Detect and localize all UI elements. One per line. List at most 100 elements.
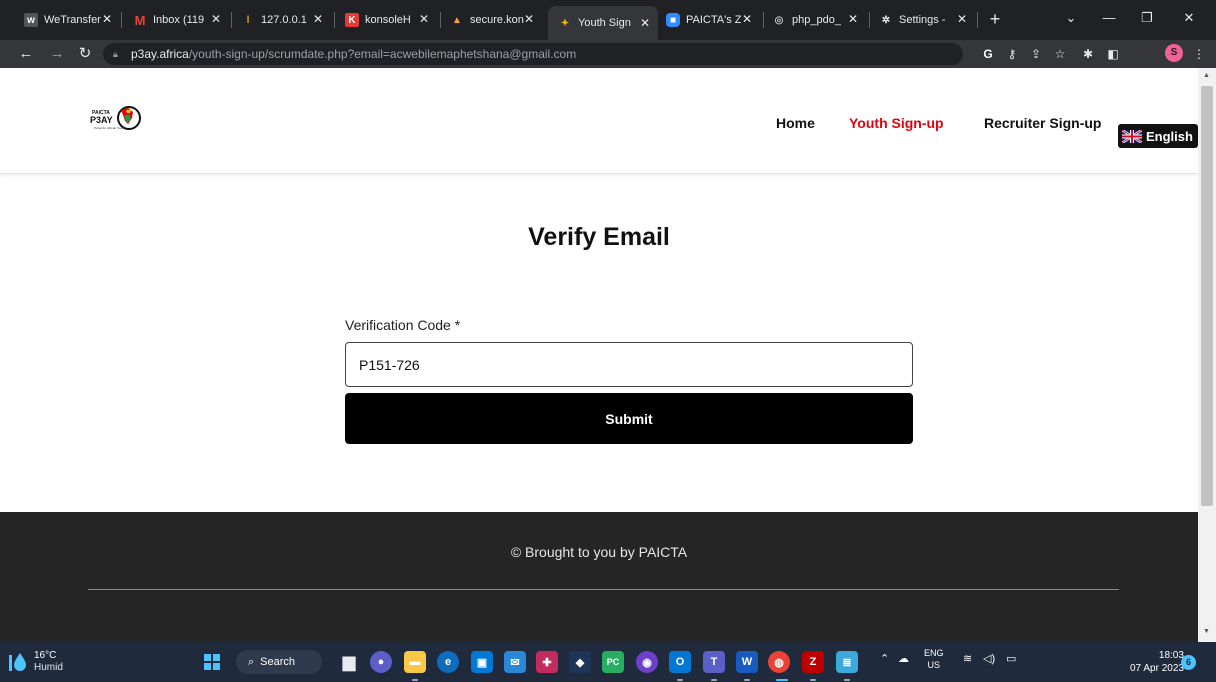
tab-label: PAICTA's Z: [686, 14, 742, 26]
tab-settings[interactable]: ✲ Settings - ✕: [879, 8, 975, 32]
tab-label: konsoleH: [365, 14, 411, 26]
share-icon[interactable]: ⇪: [1027, 45, 1045, 63]
address-path: /youth-sign-up/scrumdate.php?email=acweb…: [188, 47, 577, 61]
tab-zoom[interactable]: ■ PAICTA's Z ✕: [666, 8, 760, 32]
clock-time: 18:03: [1158, 650, 1184, 661]
teams-icon[interactable]: T: [703, 651, 725, 673]
task-view-icon[interactable]: ▆: [338, 651, 360, 673]
address-bar[interactable]: 🔒︎ p3ay.africa/youth-sign-up/scrumdate.p…: [103, 43, 963, 65]
settings-icon: ✲: [881, 14, 891, 26]
tab-secure[interactable]: ▲ secure.kon ✕: [450, 8, 542, 32]
close-icon[interactable]: ✕: [522, 12, 536, 26]
svg-text:Portal for African Youth: Portal for African Youth: [94, 126, 125, 130]
temperature: 16°C: [34, 650, 57, 661]
new-tab-button[interactable]: +: [985, 9, 1005, 29]
close-window-button[interactable]: ✕: [1177, 8, 1201, 28]
cloud-sync-icon[interactable]: ☁: [898, 652, 909, 665]
notification-badge[interactable]: 6: [1181, 655, 1196, 670]
tab-wetransfer[interactable]: w WeTransfer ✕: [24, 8, 120, 32]
input-language[interactable]: ENG US: [924, 647, 944, 671]
google-icon[interactable]: G: [979, 45, 997, 63]
outlook-icon[interactable]: O: [669, 651, 691, 673]
close-icon[interactable]: ✕: [209, 12, 223, 26]
page-scrollbar[interactable]: ▲ ▼: [1198, 68, 1216, 642]
side-panel-icon[interactable]: ◧: [1104, 45, 1122, 63]
language-selector[interactable]: English: [1118, 124, 1198, 148]
tab-youth-signup[interactable]: ✦ Youth Sign ✕: [548, 6, 658, 40]
weather-condition: Humid: [34, 662, 63, 673]
reload-icon[interactable]: ↻: [76, 45, 94, 63]
system-clock[interactable]: 18:03 07 Apr 2023: [1130, 649, 1184, 675]
close-icon[interactable]: ✕: [740, 12, 754, 26]
tab-label: Inbox (119: [153, 14, 205, 26]
lang-bottom: US: [927, 660, 941, 670]
battery-icon[interactable]: ▭: [1006, 652, 1016, 665]
konsoleh-icon: K: [345, 13, 359, 27]
search-label: Search: [260, 656, 296, 668]
edge-icon[interactable]: e: [437, 651, 459, 673]
tab-label: 127.0.0.1: [261, 14, 307, 26]
gmail-icon: M: [134, 12, 146, 28]
tab-gmail[interactable]: M Inbox (119 ✕: [133, 8, 229, 32]
page-title: Verify Email: [528, 223, 670, 251]
close-icon[interactable]: ✕: [846, 12, 860, 26]
store-icon[interactable]: ▣: [471, 651, 493, 673]
scroll-up-icon[interactable]: ▲: [1203, 72, 1211, 80]
password-key-icon[interactable]: ⚷: [1003, 45, 1021, 63]
tab-label: Settings -: [899, 14, 946, 26]
file-explorer-icon[interactable]: ▬: [404, 651, 426, 673]
verification-code-label: Verification Code *: [345, 317, 461, 333]
tab-php-pdo[interactable]: ◎ php_pdo_ ✕: [772, 8, 866, 32]
nav-home[interactable]: Home: [776, 115, 815, 131]
footer-divider: [88, 589, 1119, 590]
taskbar-search[interactable]: ⌕ Search: [236, 650, 322, 674]
nav-recruiter-signup[interactable]: Recruiter Sign-up: [984, 115, 1101, 131]
pycharm-icon[interactable]: PC: [602, 651, 624, 673]
p3ay-logo[interactable]: PAICTA P3AY Portal for African Youth: [88, 104, 142, 132]
forward-icon[interactable]: →: [48, 45, 66, 63]
restore-button[interactable]: ❐: [1135, 8, 1159, 28]
notepad-icon[interactable]: ≣: [836, 651, 858, 673]
web-page: PAICTA P3AY Portal for African Youth Hom…: [0, 68, 1198, 642]
paicta-icon: ✦: [560, 17, 570, 29]
minimize-button[interactable]: —: [1097, 8, 1121, 28]
tray-overflow-icon[interactable]: ⌃: [880, 652, 889, 665]
back-icon[interactable]: ←: [17, 45, 35, 63]
uk-flag-icon: [1122, 129, 1142, 143]
menu-kebab-icon[interactable]: ⋮: [1190, 45, 1208, 63]
nav-youth-signup[interactable]: Youth Sign-up: [849, 115, 944, 131]
tab-search-icon[interactable]: ⌄: [1059, 8, 1083, 28]
tab-label: php_pdo_: [792, 14, 841, 26]
profile-avatar[interactable]: S: [1165, 44, 1183, 62]
filezilla-icon[interactable]: Z: [802, 651, 824, 673]
mail-icon[interactable]: ✉: [504, 651, 526, 673]
scroll-down-icon[interactable]: ▼: [1203, 628, 1211, 636]
extensions-icon[interactable]: ✱: [1079, 45, 1097, 63]
vscode-icon[interactable]: ◆: [569, 651, 591, 673]
site-footer: © Brought to you by PAICTA: [0, 512, 1198, 642]
close-icon[interactable]: ✕: [638, 16, 652, 30]
windows-start-icon[interactable]: [204, 654, 220, 670]
teams-chat-icon[interactable]: ●: [370, 651, 392, 673]
localhost-icon: ǀ: [246, 14, 250, 26]
verification-code-input[interactable]: [345, 342, 913, 387]
wifi-icon[interactable]: ≋: [963, 652, 972, 665]
github-icon[interactable]: ◉: [636, 651, 658, 673]
scroll-thumb[interactable]: [1201, 86, 1213, 506]
footer-credit: © Brought to you by PAICTA: [510, 544, 688, 560]
word-icon[interactable]: W: [736, 651, 758, 673]
submit-button[interactable]: Submit: [345, 393, 913, 444]
volume-icon[interactable]: ◁): [983, 652, 995, 665]
close-icon[interactable]: ✕: [100, 12, 114, 26]
windows-taskbar: 16°C Humid ⌕ Search ▆ ● ▬ e ▣ ✉ ✚ ◆ PC ◉…: [0, 642, 1216, 682]
gift-icon[interactable]: ✚: [536, 651, 558, 673]
weather-widget[interactable]: 16°C Humid: [8, 650, 63, 674]
close-icon[interactable]: ✕: [417, 12, 431, 26]
chrome-icon[interactable]: ◍: [768, 651, 790, 673]
close-icon[interactable]: ✕: [311, 12, 325, 26]
close-icon[interactable]: ✕: [955, 12, 969, 26]
tab-konsoleh[interactable]: K konsoleH ✕: [345, 8, 437, 32]
tab-localhost[interactable]: ǀ 127.0.0.1 ✕: [241, 8, 331, 32]
search-icon: ⌕: [248, 655, 255, 668]
bookmark-star-icon[interactable]: ☆: [1051, 45, 1069, 63]
